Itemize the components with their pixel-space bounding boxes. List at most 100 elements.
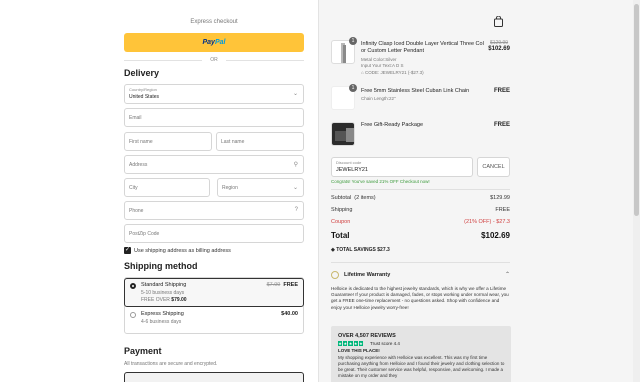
- billing-checkbox[interactable]: ✓: [124, 247, 131, 254]
- shipping-option-price: $40.00: [281, 311, 298, 317]
- reviews-heading: OVER 4,507 REVIEWS: [338, 333, 396, 339]
- shipping-option-days: 4-6 business days: [141, 319, 182, 325]
- shipping-option-days: 5-10 business days: [141, 290, 185, 296]
- region-placeholder: Region: [222, 185, 238, 191]
- reviews-box: OVER 4,507 REVIEWS ★ ★ ★ ★ ★ Trust score 4.4…: [331, 326, 511, 382]
- address-placeholder: Address: [129, 162, 148, 168]
- phone-placeholder: Phone: [129, 208, 144, 214]
- payment-method-box[interactable]: [124, 372, 304, 382]
- coupon-row: Coupon (21% OFF) - $27.3: [331, 219, 510, 225]
- divider: [331, 262, 510, 263]
- item-meta: Input Your Text:A D S: [361, 63, 404, 68]
- country-label: Country/Region: [129, 87, 157, 92]
- address-field[interactable]: Address ⚲: [124, 155, 304, 174]
- item-price: FREE: [493, 88, 510, 94]
- discount-code-field[interactable]: Discount code JEWELRY21: [331, 157, 473, 177]
- coupon-label: Coupon: [331, 219, 351, 225]
- paypal-logo-pal: Pal: [214, 39, 226, 46]
- paypal-button[interactable]: PayPal: [124, 33, 304, 52]
- zip-placeholder: PostZip Code: [129, 231, 160, 237]
- shipping-price-value: FREE: [283, 282, 298, 288]
- product-image: [331, 122, 355, 146]
- shipping-option-name: Express Shipping: [141, 311, 184, 317]
- payment-subtext: All transactions are secure and encrypte…: [124, 361, 218, 367]
- warranty-title[interactable]: Lifetime Warranty: [344, 272, 390, 278]
- trust-score: Trust score 4.4: [370, 341, 400, 346]
- checkout-form-panel: Express checkout PayPal OR Delivery Coun…: [0, 0, 318, 382]
- quantity-badge: 1: [349, 37, 357, 45]
- shipping-options: Standard Shipping 5-10 business days FRE…: [124, 277, 304, 334]
- shipping-label: Shipping: [331, 207, 353, 213]
- item-meta: Chain Length:22": [361, 96, 396, 101]
- first-name-placeholder: First name: [129, 139, 153, 145]
- review-text: My shopping experience with Helloice was…: [338, 355, 505, 378]
- radio-selected[interactable]: [130, 283, 136, 289]
- delivery-heading: Delivery: [124, 68, 160, 78]
- tag-icon: ⌂: [361, 70, 364, 75]
- free-over-note: FREE OVER $79.00: [141, 297, 187, 303]
- billing-checkbox-label: Use shipping address as billing address: [134, 248, 231, 254]
- total-label: Total: [331, 231, 350, 240]
- item-discount-code: ⌂ CODE: JEWELRY21 (-$27.3): [361, 70, 424, 76]
- phone-field[interactable]: Phone ?: [124, 201, 304, 220]
- shipping-option-express[interactable]: Express Shipping 4-6 business days $40.0…: [125, 308, 303, 336]
- shipping-row: Shipping FREE: [331, 207, 510, 213]
- shipping-option-name: Standard Shipping: [141, 282, 187, 288]
- discount-label: Discount code: [336, 160, 362, 165]
- country-value: United States: [129, 94, 160, 100]
- help-icon[interactable]: ?: [295, 207, 298, 213]
- shipping-method-heading: Shipping method: [124, 261, 198, 271]
- country-select[interactable]: Country/Region United States ⌄: [124, 84, 304, 104]
- city-field[interactable]: City: [124, 178, 210, 197]
- bag-icon[interactable]: [494, 15, 503, 29]
- coupon-value: (21% OFF) - $27.3: [464, 219, 510, 225]
- scrollbar[interactable]: [633, 0, 640, 382]
- total-savings: ◈ TOTAL SAVINGS $27.3: [331, 247, 390, 253]
- region-select[interactable]: Region ⌄: [217, 178, 304, 197]
- star-rating: ★ ★ ★ ★ ★: [338, 341, 365, 346]
- item-discount-code-text: CODE: JEWELRY21 (-$27.3): [364, 70, 424, 75]
- chevron-down-icon: ⌄: [292, 185, 298, 191]
- or-divider: OR: [124, 57, 304, 63]
- item-title-line1: Infinity Clasp Iced Double Layer Vertica…: [361, 41, 484, 47]
- divider: [331, 189, 510, 190]
- shipping-value: FREE: [495, 207, 510, 213]
- email-field[interactable]: Email: [124, 108, 304, 127]
- city-placeholder: City: [129, 185, 138, 191]
- free-over-prefix: FREE OVER: [141, 297, 170, 303]
- first-name-field[interactable]: First name: [124, 132, 212, 151]
- warranty-text: Helloice is dedicated to the highest jew…: [331, 286, 509, 310]
- quantity-badge: 1: [349, 84, 357, 92]
- warranty-icon: [331, 271, 339, 279]
- zip-field[interactable]: PostZip Code: [124, 224, 304, 243]
- total-savings-text: TOTAL SAVINGS $27.3: [336, 247, 390, 253]
- shipping-option-price: $7.99 FREE: [267, 282, 298, 288]
- discount-value: JEWELRY21: [336, 167, 368, 173]
- shipping-old-price: $7.99: [266, 282, 281, 288]
- search-icon: ⚲: [293, 162, 298, 168]
- review-title: LOVE THIS PLACE!: [338, 348, 380, 353]
- item-title: Free Gift-Ready Package: [361, 122, 424, 128]
- chevron-up-icon[interactable]: ⌃: [505, 271, 510, 278]
- item-title: Free 5mm Stainless Steel Cuban Link Chai…: [361, 88, 470, 94]
- scrollbar-thumb[interactable]: [634, 4, 639, 216]
- email-placeholder: Email: [129, 115, 142, 121]
- subtotal-items: (2 items): [354, 195, 376, 201]
- last-name-field[interactable]: Last name: [216, 132, 304, 151]
- item-price: FREE: [493, 122, 510, 128]
- express-checkout-label: Express checkout: [190, 19, 238, 25]
- shipping-option-standard[interactable]: Standard Shipping 5-10 business days FRE…: [124, 278, 304, 307]
- discount-success-message: Congrats! You've saved 21% OFF Checkout …: [331, 179, 430, 184]
- subtotal-label: Subtotal: [331, 195, 352, 201]
- total-value: $102.69: [481, 231, 510, 240]
- radio-unselected[interactable]: [130, 312, 136, 318]
- paypal-logo-pay: Pay: [202, 39, 215, 46]
- item-title-line2: or Custom Letter Pendant: [361, 48, 424, 54]
- tag-icon: ◈: [331, 247, 335, 253]
- payment-heading: Payment: [124, 346, 162, 356]
- cancel-discount-button[interactable]: CANCEL: [477, 157, 510, 177]
- last-name-placeholder: Last name: [221, 139, 245, 145]
- item-price: $102.69: [488, 46, 510, 52]
- subtotal-row: Subtotal (2 items) $129.99: [331, 195, 510, 201]
- total-row: Total $102.69: [331, 231, 510, 240]
